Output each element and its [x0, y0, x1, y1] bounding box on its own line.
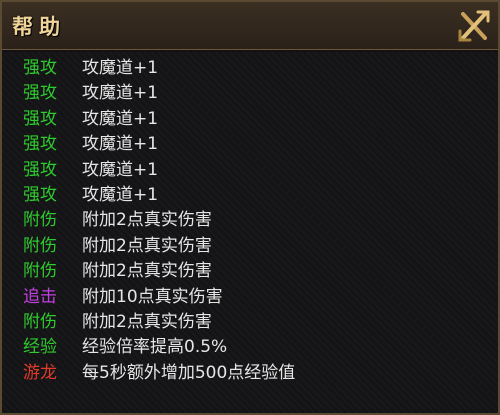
close-icon: [458, 10, 490, 42]
close-button[interactable]: [456, 8, 492, 44]
row-tag: 游龙: [23, 362, 57, 383]
help-dialog: 帮助 强攻 攻魔道+1 强攻 攻魔道+1 强攻 攻魔道+1 强攻 攻魔道+1 强攻 攻魔道+1 强攻…: [0, 0, 500, 415]
help-row: 强攻 攻魔道+1: [2, 182, 482, 208]
row-description: 附加2点真实伤害: [82, 210, 212, 231]
row-tag: 强攻: [23, 134, 57, 155]
row-tag: 附伤: [23, 261, 57, 282]
row-tag: 强攻: [23, 83, 57, 104]
row-tag: 附伤: [23, 312, 57, 332]
help-row: 追击 附加10点真实伤害: [2, 284, 482, 310]
row-description: 攻魔道+1: [82, 159, 159, 180]
row-description: 攻魔道+1: [82, 108, 159, 129]
row-description: 攻魔道+1: [82, 185, 159, 205]
row-description: 附加2点真实伤害: [82, 312, 212, 332]
help-content: 强攻 攻魔道+1 强攻 攻魔道+1 强攻 攻魔道+1 强攻 攻魔道+1 强攻 攻魔道+1 强攻 攻魔道…: [2, 52, 498, 413]
row-tag: 追击: [23, 286, 57, 307]
help-row: 附伤 附加2点真实伤害: [2, 233, 482, 259]
row-description: 附加10点真实伤害: [82, 286, 223, 307]
row-description: 攻魔道+1: [82, 58, 159, 78]
row-tag: 经验: [23, 337, 57, 358]
help-row: 经验 经验倍率提高0.5%: [2, 334, 482, 360]
row-description: 附加2点真实伤害: [82, 235, 212, 256]
help-row: 附伤 附加2点真实伤害: [2, 258, 482, 284]
help-row: 强攻 攻魔道+1: [2, 157, 482, 183]
help-row: 强攻 攻魔道+1: [2, 131, 482, 157]
help-row: 附伤 附加2点真实伤害: [2, 309, 482, 335]
dialog-title: 帮助: [12, 14, 66, 39]
row-description: 攻魔道+1: [82, 134, 159, 155]
row-tag: 附伤: [23, 210, 57, 231]
row-tag: 强攻: [23, 159, 57, 180]
row-tag: 强攻: [23, 108, 57, 129]
help-row: 附伤 附加2点真实伤害: [2, 207, 482, 233]
help-row: 游龙 每5秒额外增加500点经验值: [2, 360, 482, 386]
row-tag: 附伤: [23, 235, 57, 256]
row-description: 经验倍率提高0.5%: [82, 337, 228, 358]
row-description: 攻魔道+1: [82, 83, 159, 104]
help-row: 强攻 攻魔道+1: [2, 55, 482, 81]
row-description: 附加2点真实伤害: [82, 261, 212, 282]
help-row: 强攻 攻魔道+1: [2, 106, 482, 132]
row-tag: 强攻: [23, 185, 57, 205]
row-description: 每5秒额外增加500点经验值: [82, 362, 296, 383]
title-bar: 帮助: [2, 2, 498, 50]
help-row: 强攻 攻魔道+1: [2, 80, 482, 106]
row-tag: 强攻: [23, 58, 57, 78]
